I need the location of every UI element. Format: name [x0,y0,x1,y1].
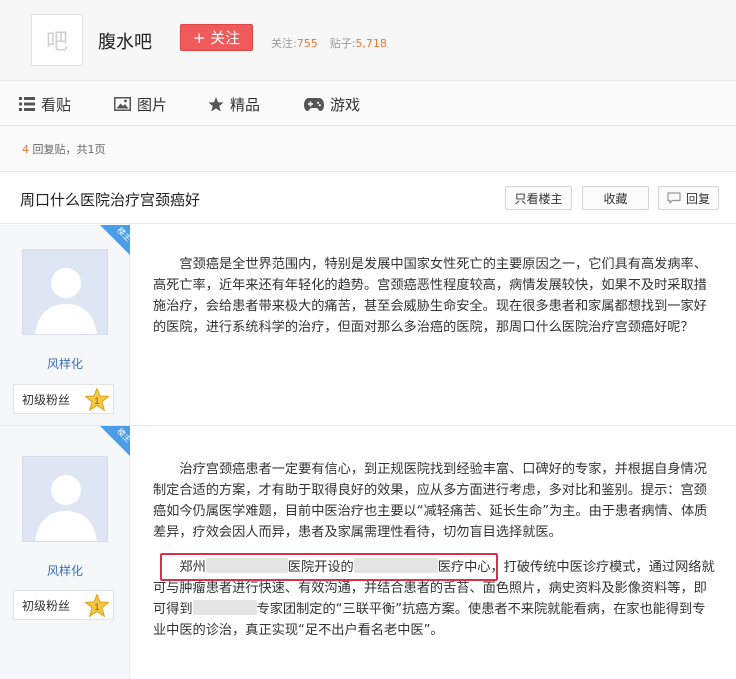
svg-text:1: 1 [94,396,99,406]
post-floor-2: 楼主 风样化 初级粉丝 1 治疗宫颈癌患者一定要有信心，到正规医院找到经验丰富、… [0,426,736,679]
post-floor-1: 楼主 风样化 初级粉丝 1 宫颈癌是全世界范围内，特别是发展中国家女性死亡的主要… [0,225,736,425]
list-icon [19,97,35,111]
author-name[interactable]: 风样化 [0,355,130,372]
nav-tab-featured-label: 精品 [230,95,261,114]
follow-button[interactable]: + 关注 [180,24,253,51]
favorite-button[interactable]: 收藏 [582,186,649,210]
nav-tab-images[interactable]: 图片 [114,81,167,127]
post-author-panel: 楼主 风样化 初级粉丝 1 [0,225,130,425]
redacted-name [353,558,438,573]
post-content: 治疗宫颈癌患者一定要有信心，到正规医院找到经验丰富、口碑好的专家，并根据自身情况… [153,459,717,543]
op-badge: 楼主 [100,426,130,456]
thread-title: 周口什么医院治疗宫颈癌好 [20,191,201,209]
level-star-icon: 1 [85,594,109,617]
forum-logo-char: 吧 [45,30,68,55]
forum-name[interactable]: 腹水吧 [98,28,152,54]
avatar[interactable] [22,249,108,335]
posts-label: 贴子: [329,37,356,50]
author-name[interactable]: 风样化 [0,562,130,579]
forum-stats: 关注:755 贴子:5,718 [271,35,387,51]
svg-text:1: 1 [94,602,99,612]
clinic-text-city: 郑州 [179,560,206,575]
reply-button[interactable]: 回复 [658,186,719,210]
post-author-panel: 楼主 风样化 初级粉丝 1 [0,426,130,679]
nav-tab-featured[interactable]: 精品 [208,81,260,127]
gamepad-icon [304,97,324,111]
followers-count: 755 [296,37,318,50]
post-content-clinic: 郑州 医院开设的 医疗中心，打破传统中医诊疗模式，通过网络就可与肿瘤患者进行快速、有… [153,557,717,641]
fan-level[interactable]: 初级粉丝 1 [13,384,114,414]
avatar[interactable] [22,456,108,542]
posts-count: 5,718 [355,37,387,50]
nav-tab-images-label: 图片 [137,95,168,114]
nav-tab-posts[interactable]: 看贴 [19,81,71,127]
redacted-name [205,558,288,573]
image-icon [114,97,131,111]
reply-button-label: 回复 [685,191,710,206]
level-star-icon: 1 [85,388,109,411]
fan-level-label: 初级粉丝 [22,392,71,407]
nav-tab-posts-label: 看贴 [41,95,72,114]
thread-title-bar: 周口什么医院治疗宫颈癌好 只看楼主 收藏 回复 [0,172,736,224]
followers-label: 关注: [271,37,297,50]
reply-page-info: 回复贴，共1页 [32,143,106,156]
redacted-name [192,600,257,615]
fan-level-label: 初级粉丝 [22,598,71,613]
fan-level[interactable]: 初级粉丝 1 [13,590,114,620]
default-avatar-icon [23,250,107,334]
post-content: 宫颈癌是全世界范围内，特别是发展中国家女性死亡的主要原因之一，它们具有高发病率、… [153,257,707,335]
reply-count: 4 [22,143,29,156]
clinic-text-hospital: 医院开设的 [287,560,354,575]
default-avatar-icon [23,457,107,541]
reply-info-bar: 4 回复贴，共1页 [0,126,736,172]
only-op-button[interactable]: 只看楼主 [505,186,572,210]
forum-logo[interactable]: 吧 [31,14,83,66]
reply-count-text: 4 回复贴，共1页 [22,141,106,157]
forum-header: 吧 腹水吧 + 关注 关注:755 贴子:5,718 [0,0,736,80]
post-paragraph-advice: 治疗宫颈癌患者一定要有信心，到正规医院找到经验丰富、口碑好的专家，并根据自身情况… [153,462,708,540]
nav-tab-games-label: 游戏 [330,95,361,114]
forum-nav: 看贴 图片 精品 游戏 [0,80,736,126]
nav-tab-games[interactable]: 游戏 [304,81,360,127]
comment-icon [667,192,681,204]
star-icon [208,96,224,111]
